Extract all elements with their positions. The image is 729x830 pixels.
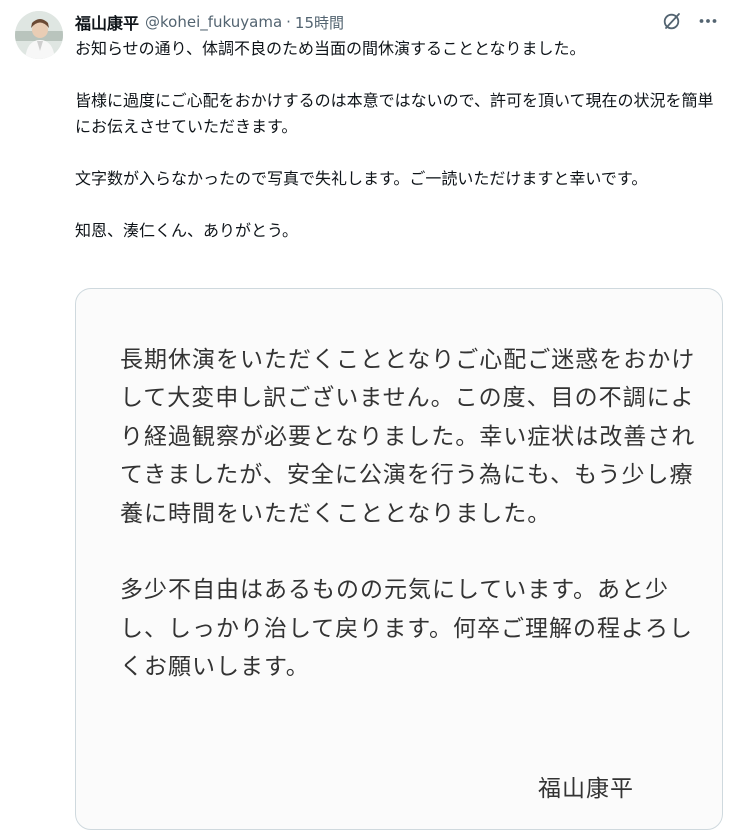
tweet-actions	[661, 10, 719, 32]
note-paragraph: 長期休演をいただくこととなりご心配ご迷惑をおかけして大変申し訳ございません。この…	[120, 347, 696, 527]
note-signature: 福山康平	[538, 776, 634, 802]
tweet-text: お知らせの通り、体調不良のため当面の間休演することとなりました。 皆様に過度にご…	[75, 36, 720, 244]
tweet-paragraph: お知らせの通り、体調不良のため当面の間休演することとなりました。	[75, 39, 586, 58]
image-note-text: 長期休演をいただくこととなりご心配ご迷惑をおかけして大変申し訳ございません。この…	[120, 341, 700, 687]
tweet-paragraph: 知恩、湊仁くん、ありがとう。	[75, 221, 299, 240]
tweet-paragraph: 皆様に過度にご心配をおかけするのは本意ではないので、許可を頂いて現在の状況を簡単…	[75, 91, 714, 136]
avatar[interactable]	[15, 11, 63, 59]
display-name[interactable]: 福山康平	[75, 10, 139, 34]
separator-dot: ·	[286, 13, 291, 31]
user-handle[interactable]: @kohei_fukuyama	[145, 13, 282, 31]
tweet-paragraph: 文字数が入らなかったので写真で失礼します。ご一読いただけますと幸いです。	[75, 169, 648, 188]
tweet-header: 福山康平 @kohei_fukuyama · 15時間	[75, 10, 344, 34]
grok-icon[interactable]	[661, 10, 683, 32]
avatar-photo	[15, 11, 63, 59]
timestamp[interactable]: 15時間	[295, 12, 344, 33]
note-paragraph: 多少不自由はあるものの元気にしています。あと少し、しっかり治して戻ります。何卒ご…	[120, 577, 694, 681]
attached-image[interactable]: 長期休演をいただくこととなりご心配ご迷惑をおかけして大変申し訳ございません。この…	[75, 288, 723, 830]
more-icon[interactable]	[697, 10, 719, 32]
